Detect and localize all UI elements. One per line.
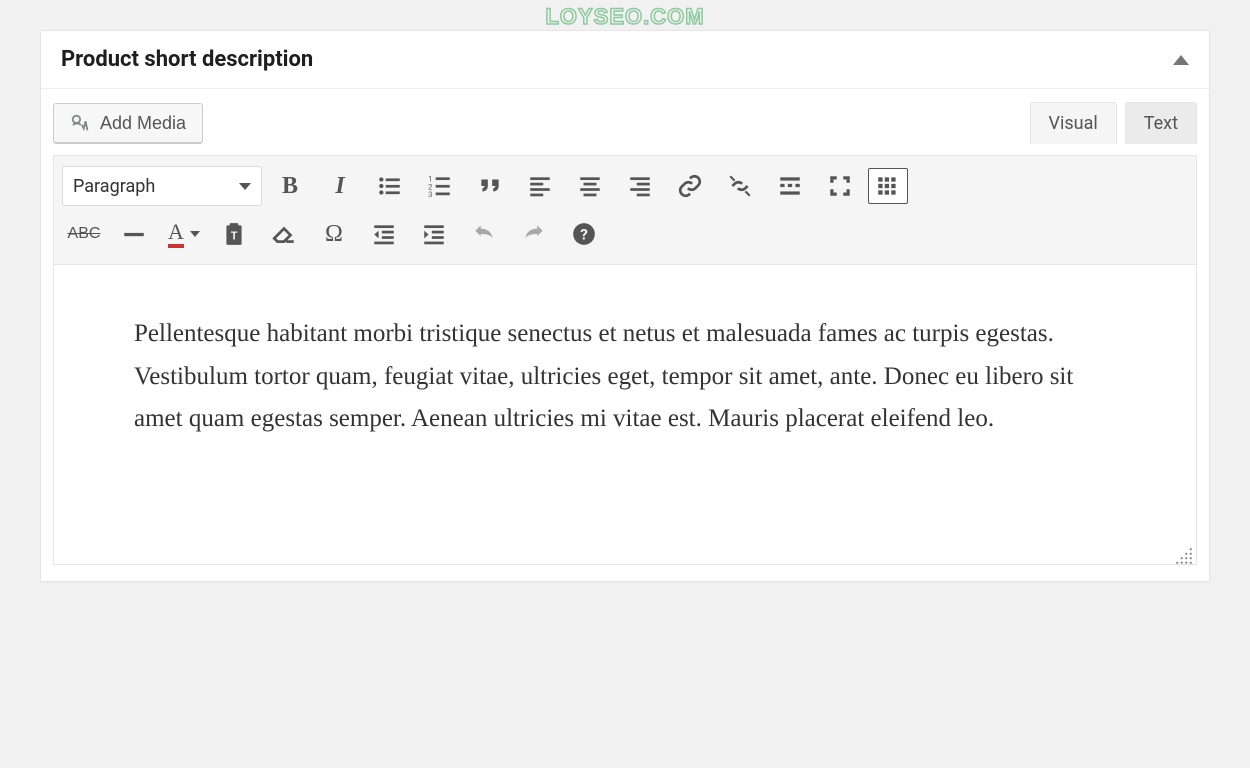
unlink-button[interactable] [718,166,762,206]
tab-visual[interactable]: Visual [1030,102,1117,144]
strikethrough-button[interactable]: ABC [62,214,106,254]
blockquote-button[interactable] [468,166,512,206]
align-center-button[interactable] [568,166,612,206]
link-icon [677,173,703,199]
toolbar-row-1: Paragraph B I 123 [62,162,1188,210]
clear-formatting-button[interactable] [262,214,306,254]
svg-text:T: T [231,229,238,242]
media-icon [70,112,92,134]
read-more-icon [777,173,803,199]
chevron-down-icon [239,183,251,190]
short-description-panel: Product short description Add Media Visu… [40,30,1210,582]
toolbar-toggle-button[interactable] [868,168,908,204]
redo-icon [521,221,547,247]
chevron-down-icon [190,231,200,237]
outdent-icon [371,221,397,247]
read-more-button[interactable] [768,166,812,206]
strikethrough-icon: ABC [68,225,101,243]
paste-text-button[interactable]: T [212,214,256,254]
help-icon: ? [571,221,597,247]
add-media-label: Add Media [100,113,186,134]
fullscreen-button[interactable] [818,166,862,206]
horizontal-rule-icon [121,221,147,247]
editor-toolbar: Paragraph B I 123 [53,155,1197,265]
undo-icon [471,221,497,247]
watermark-text: LOYSEO.COM [545,4,704,30]
media-tabs-row: Add Media Visual Text [53,101,1197,143]
text-color-button[interactable]: A [162,214,206,254]
format-selected-label: Paragraph [73,176,155,197]
editor-tabs: Visual Text [1030,101,1197,143]
undo-button[interactable] [462,214,506,254]
unlink-icon [727,173,753,199]
special-character-button[interactable]: Ω [312,214,356,254]
redo-button[interactable] [512,214,556,254]
quote-icon [477,173,503,199]
bold-icon: B [282,173,298,200]
eraser-icon [271,221,297,247]
link-button[interactable] [668,166,712,206]
add-media-button[interactable]: Add Media [53,103,203,143]
svg-text:?: ? [580,225,588,243]
outdent-button[interactable] [362,214,406,254]
text-color-icon: A [168,221,200,248]
numbered-list-icon: 123 [427,173,453,199]
align-left-icon [527,173,553,199]
bullet-list-button[interactable] [368,166,412,206]
panel-title: Product short description [61,47,313,72]
bold-button[interactable]: B [268,166,312,206]
numbered-list-button[interactable]: 123 [418,166,462,206]
resize-handle[interactable] [1175,547,1193,565]
panel-body: Add Media Visual Text Paragraph B I 12 [41,89,1209,581]
align-center-icon [577,173,603,199]
bullet-list-icon [377,173,403,199]
format-select[interactable]: Paragraph [62,166,262,206]
collapse-icon[interactable] [1173,55,1189,65]
svg-text:3: 3 [428,190,432,199]
panel-header[interactable]: Product short description [41,31,1209,89]
omega-icon: Ω [325,221,343,248]
align-right-button[interactable] [618,166,662,206]
editor-content[interactable]: Pellentesque habitant morbi tristique se… [53,265,1197,565]
clipboard-icon: T [221,221,247,247]
horizontal-rule-button[interactable] [112,214,156,254]
align-left-button[interactable] [518,166,562,206]
italic-button[interactable]: I [318,166,362,206]
italic-icon: I [335,173,344,200]
fullscreen-icon [827,173,853,199]
kitchen-sink-icon [875,173,901,199]
align-right-icon [627,173,653,199]
content-paragraph: Pellentesque habitant morbi tristique se… [134,313,1126,441]
tab-text[interactable]: Text [1125,102,1197,144]
indent-button[interactable] [412,214,456,254]
help-button[interactable]: ? [562,214,606,254]
indent-icon [421,221,447,247]
toolbar-row-2: ABC A T Ω [62,210,1188,258]
